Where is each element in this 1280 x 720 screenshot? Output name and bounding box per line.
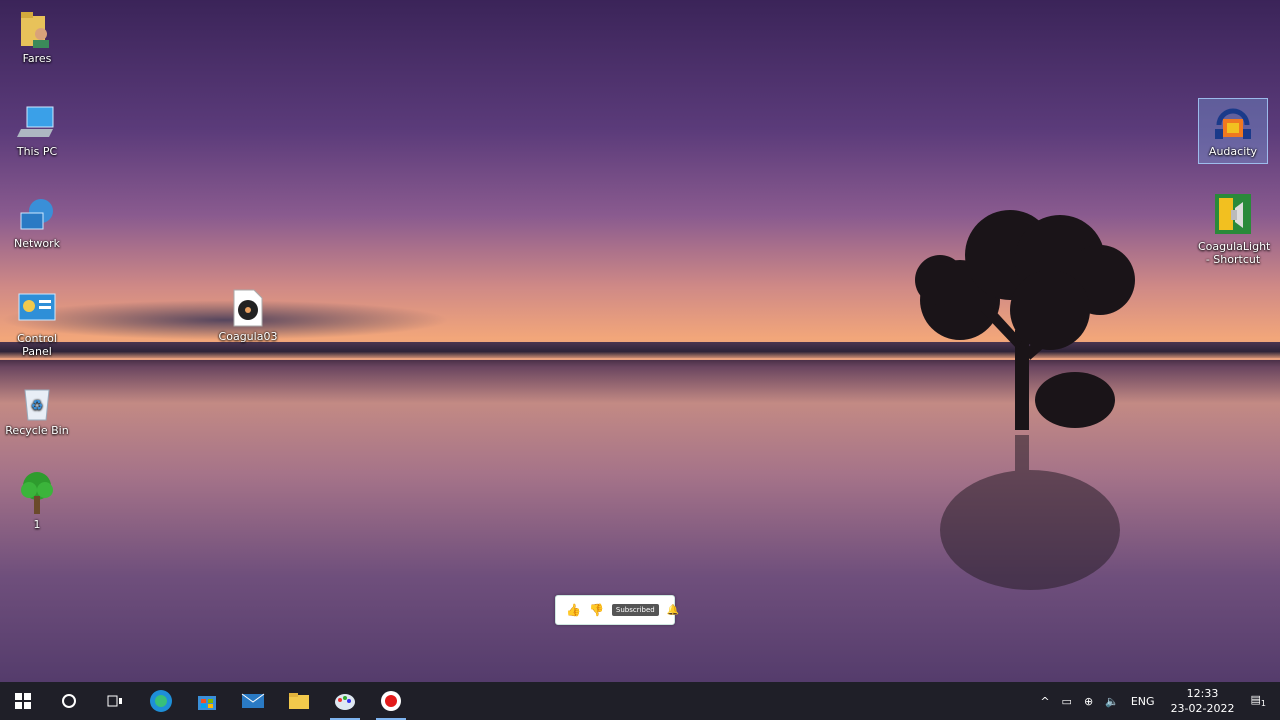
- icon-label: Control Panel: [17, 332, 57, 358]
- icon-label: 1: [33, 518, 41, 531]
- bell-icon[interactable]: 🔔: [667, 605, 679, 616]
- record-icon: [381, 691, 401, 711]
- paint-button[interactable]: [322, 682, 368, 720]
- file-explorer-icon: [289, 693, 309, 709]
- thumbs-down-icon[interactable]: 👎: [589, 603, 604, 617]
- audio-file-icon: [228, 288, 268, 328]
- icon-label: Recycle Bin: [5, 424, 69, 437]
- cortana-button[interactable]: [46, 682, 92, 720]
- desktop-icon-1[interactable]: 1: [2, 470, 72, 531]
- desktop-icon-coagula03[interactable]: Coagula03: [213, 288, 283, 343]
- icon-label: This PC: [16, 145, 58, 158]
- battery-icon[interactable]: ▭: [1062, 695, 1072, 708]
- chevron-up-icon[interactable]: ^: [1040, 695, 1049, 708]
- record-button[interactable]: [368, 682, 414, 720]
- edge-button[interactable]: [138, 682, 184, 720]
- mail-icon: [241, 693, 265, 708]
- system-tray: ^ ▭ ⊕ 🔈 ENG 12:33 23-02-2022 ▤1: [1034, 682, 1280, 720]
- tree-icon: [17, 470, 57, 516]
- taskbar: ^ ▭ ⊕ 🔈 ENG 12:33 23-02-2022 ▤1: [0, 682, 1280, 720]
- windows-start-icon: [15, 693, 31, 709]
- start-button[interactable]: [0, 682, 46, 720]
- mail-button[interactable]: [230, 682, 276, 720]
- language-indicator[interactable]: ENG: [1131, 695, 1155, 708]
- desktop-icon-fares[interactable]: Fares: [2, 10, 72, 65]
- store-button[interactable]: [184, 682, 230, 720]
- store-icon: [198, 696, 216, 710]
- icon-label: Coagula03: [218, 330, 278, 343]
- paint-icon: [335, 694, 355, 710]
- desktop-icon-audacity[interactable]: Audacity: [1198, 98, 1268, 164]
- desktop-icon-coagulalight-shortcut[interactable]: CoagulaLight - Shortcut: [1198, 192, 1271, 266]
- notification-center-icon[interactable]: ▤1: [1251, 693, 1267, 708]
- clock-time: 12:33: [1186, 687, 1219, 700]
- svg-text:♻: ♻: [31, 398, 44, 414]
- control-panel-icon: [17, 290, 57, 330]
- computer-icon: [17, 103, 57, 143]
- notification-count: 1: [1260, 699, 1266, 709]
- clock[interactable]: 12:33 23-02-2022: [1171, 686, 1235, 716]
- icon-label: Audacity: [1208, 145, 1258, 158]
- user-folder-icon: [17, 10, 57, 50]
- icon-label: CoagulaLight - Shortcut: [1198, 240, 1271, 266]
- desktop-icon-network[interactable]: Network: [2, 195, 72, 250]
- speaker-icon[interactable]: 🔈: [1105, 695, 1119, 708]
- thumbs-up-icon[interactable]: 👍: [566, 603, 581, 617]
- icon-label: Network: [14, 237, 60, 250]
- desktop: Fares This PC Network Control Panel ♻ Re…: [0, 0, 1280, 682]
- network-icon: [17, 195, 57, 235]
- task-view-icon: [107, 695, 122, 707]
- audacity-icon: [1213, 103, 1253, 143]
- file-explorer-button[interactable]: [276, 682, 322, 720]
- task-view-button[interactable]: [92, 682, 138, 720]
- icon-label: Fares: [22, 52, 52, 65]
- desktop-icon-recycle-bin[interactable]: ♻ Recycle Bin: [2, 382, 72, 437]
- edge-icon: [150, 690, 172, 712]
- tree-silhouette: [915, 210, 1135, 590]
- desktop-icon-this-pc[interactable]: This PC: [2, 103, 72, 158]
- coagula-icon: [1213, 192, 1253, 238]
- subscribed-button[interactable]: Subscribed: [611, 604, 659, 616]
- recycle-bin-icon: ♻: [17, 382, 57, 422]
- like-subscribe-widget: 👍 👎 Subscribed 🔔: [555, 595, 679, 625]
- cortana-icon: [62, 694, 76, 708]
- clock-date: 23-02-2022: [1170, 702, 1235, 715]
- globe-icon[interactable]: ⊕: [1084, 695, 1093, 708]
- desktop-icon-control-panel[interactable]: Control Panel: [2, 290, 72, 358]
